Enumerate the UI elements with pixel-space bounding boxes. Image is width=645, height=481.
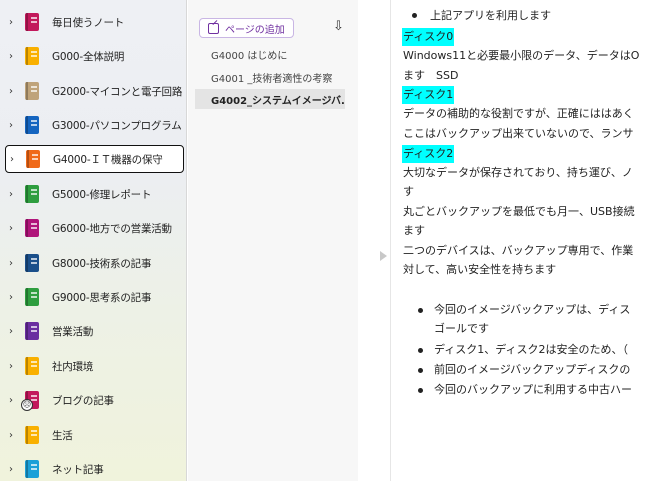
page-item[interactable]: G4001 _技術者適性の考察 (195, 67, 345, 87)
body-text: 丸ごとバックアップを最低でも月一、USB接続 (403, 205, 635, 218)
chevron-right-icon[interactable]: › (9, 17, 19, 28)
chevron-right-icon[interactable]: › (9, 51, 19, 62)
notebook-icon (25, 357, 39, 375)
section-label: G2000-マイコンと電子回路 (52, 85, 183, 98)
section-label: 毎日使うノート (52, 16, 125, 29)
bullet-icon (418, 348, 423, 353)
section-item[interactable]: › G3000-パソコンプログラム (5, 111, 184, 139)
chevron-right-icon[interactable]: › (9, 430, 19, 441)
chevron-right-icon[interactable]: › (9, 326, 19, 337)
body-text: ここはバックアップ出来ていないので、ランサ (403, 127, 634, 140)
chevron-right-icon[interactable]: › (9, 361, 19, 372)
notebook-icon (25, 322, 39, 340)
page-item[interactable]: G4000 はじめに (195, 44, 345, 64)
notebook-icon (25, 460, 39, 478)
note-content[interactable]: 上記アプリを利用します ディスク0 Windows11と必要最小限のデータ、デー… (392, 0, 645, 481)
highlighted-heading: ディスク0 (402, 28, 455, 46)
section-label: G6000-地方での営業活動 (52, 222, 172, 235)
bullet-text: 上記アプリを利用します (430, 9, 551, 22)
notebook-icon (25, 185, 39, 203)
add-page-label: ページの追加 (225, 24, 285, 36)
body-text: Windows11と必要最小限のデータ、データはO (403, 49, 640, 62)
page-item-active[interactable]: G4002_システムイメージバ... (195, 89, 345, 109)
section-label: G4000-ＩＴ機器の保守 (53, 153, 163, 166)
chevron-right-icon[interactable]: › (9, 189, 19, 200)
section-label: 社内環境 (52, 360, 94, 373)
section-item[interactable]: › 毎日使うノート (5, 8, 184, 36)
sync-error-icon: ☹ (21, 399, 33, 411)
section-item[interactable]: › G6000-地方での営業活動 (5, 214, 184, 242)
notebook-icon (26, 150, 40, 168)
highlighted-heading: ディスク1 (402, 86, 455, 104)
bullet-icon (418, 308, 423, 313)
chevron-right-icon[interactable]: › (9, 223, 19, 234)
collapse-pane-icon[interactable] (380, 251, 387, 261)
sort-icon[interactable]: ⇩ (333, 19, 344, 34)
section-label: G9000-思考系の記事 (52, 291, 152, 304)
chevron-right-icon[interactable]: › (9, 86, 19, 97)
section-label: 営業活動 (52, 325, 94, 338)
bullet-icon (412, 13, 417, 18)
notebook-icon (25, 82, 39, 100)
bullet-text: 今回のバックアップに利用する中古ハー (434, 383, 632, 396)
section-label: G3000-パソコンプログラム (52, 119, 182, 132)
section-label: ネット記事 (52, 463, 104, 476)
bullet-icon (418, 368, 423, 373)
section-item[interactable]: › G5000-修理レポート (5, 180, 184, 208)
section-item[interactable]: › ネット記事 (5, 455, 184, 481)
section-item-active[interactable]: › G4000-ＩＴ機器の保守 (5, 145, 184, 173)
body-text: す (403, 185, 414, 198)
bullet-icon (418, 388, 423, 393)
notebook-icon (25, 254, 39, 272)
notebook-icon (25, 47, 39, 65)
body-text: ます (403, 224, 425, 237)
notebook-icon (25, 219, 39, 237)
section-item[interactable]: › G9000-思考系の記事 (5, 283, 184, 311)
notebook-icon (25, 13, 39, 31)
pane-divider (358, 0, 391, 481)
section-label: 生活 (52, 429, 73, 442)
chevron-right-icon[interactable]: › (9, 120, 19, 131)
notebook-icon (25, 426, 39, 444)
notebook-icon (25, 288, 39, 306)
add-page-icon (208, 22, 219, 34)
notebook-icon (25, 116, 39, 134)
section-item[interactable]: › 社内環境 (5, 352, 184, 380)
section-sidebar: › 毎日使うノート › G000-全体説明 › G2000-マイコンと電子回路 … (0, 0, 187, 481)
body-text: 対して、高い安全性を持ちます (403, 263, 557, 276)
highlighted-heading: ディスク2 (402, 145, 455, 163)
chevron-right-icon[interactable]: › (9, 258, 19, 269)
chevron-right-icon[interactable]: › (9, 395, 19, 406)
section-item[interactable]: › ブログの記事 (5, 386, 184, 414)
body-text: 大切なデータが保存されており、持ち運び、ノ (403, 166, 633, 179)
body-text: ます SSD (403, 69, 459, 82)
page-list-pane: ページの追加 ⇩ G4000 はじめに G4001 _技術者適性の考察 G400… (188, 0, 358, 481)
section-label: ブログの記事 (52, 394, 114, 407)
chevron-right-icon[interactable]: › (9, 292, 19, 303)
bullet-text: 今回のイメージバックアップは、ディス (434, 303, 631, 316)
section-label: G000-全体説明 (52, 50, 125, 63)
section-label: G5000-修理レポート (52, 188, 152, 201)
section-item[interactable]: › G2000-マイコンと電子回路 (5, 77, 184, 105)
chevron-right-icon[interactable]: › (9, 464, 19, 475)
section-item[interactable]: › 営業活動 (5, 317, 184, 345)
section-item[interactable]: › G8000-技術系の記事 (5, 249, 184, 277)
chevron-right-icon[interactable]: › (10, 154, 20, 165)
bullet-text: ディスク1、ディスク2は安全のため、（ (434, 343, 628, 356)
section-item[interactable]: › 生活 (5, 421, 184, 449)
body-text: 二つのデバイスは、バックアップ専用で、作業 (403, 244, 634, 257)
bullet-text-continued: ゴールです (434, 322, 489, 335)
body-text: データの補助的な役割ですが、正確にははあく (403, 107, 634, 120)
bullet-text: 前回のイメージバックアップディスクの (434, 363, 631, 376)
section-item[interactable]: › G000-全体説明 (5, 42, 184, 70)
section-label: G8000-技術系の記事 (52, 257, 152, 270)
add-page-button[interactable]: ページの追加 (199, 18, 294, 38)
